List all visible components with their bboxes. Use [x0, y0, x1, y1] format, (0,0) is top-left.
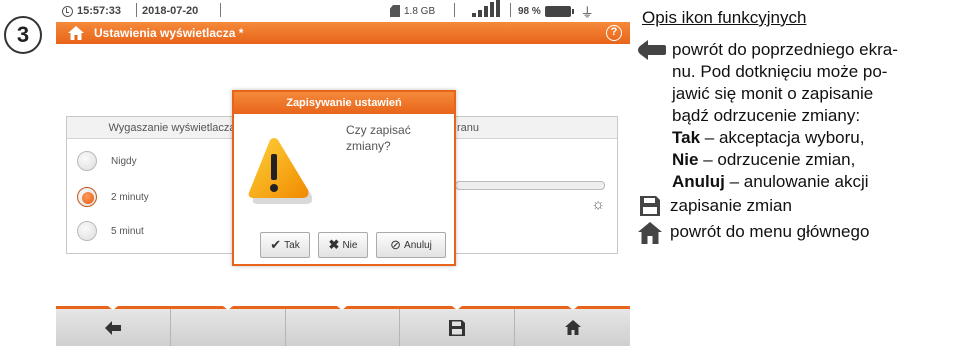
- battery-icon: [544, 5, 574, 17]
- legend-back-line3: jawić się monit o zapisanie: [672, 84, 874, 103]
- legend-cancel-term: Anuluj: [672, 172, 725, 191]
- page-title: Ustawienia wyświetlacza *: [94, 26, 244, 40]
- back-arrow-icon: [104, 320, 121, 335]
- cancel-button[interactable]: ⊘ Anuluj: [376, 232, 446, 258]
- option-label: 2 minuty: [111, 191, 149, 203]
- battery-segment: 98 % ⏚: [518, 4, 594, 20]
- warning-icon: [248, 138, 312, 204]
- timeout-option-never[interactable]: Nigdy: [77, 151, 137, 171]
- dialog-message: Czy zapisać zmiany?: [346, 123, 411, 153]
- check-icon: ✔: [270, 237, 282, 252]
- radio-button-selected[interactable]: [77, 187, 97, 207]
- brightness-slider[interactable]: [455, 181, 605, 190]
- clock-icon: [62, 5, 73, 17]
- no-button[interactable]: ✖ Nie: [318, 232, 368, 258]
- legend-yes-term: Tak: [672, 128, 701, 147]
- legend-save: zapisanie zmian: [670, 196, 792, 215]
- sd-card-icon: [390, 5, 400, 17]
- legend-yes-desc: – akceptacja wyboru,: [700, 128, 865, 147]
- timeout-option-5min[interactable]: 5 minut: [77, 221, 144, 241]
- radio-button[interactable]: [77, 221, 97, 241]
- device-screen: 15:57:33 2018-07-20 1.8 GB 98 % ⏚ Ustawi…: [56, 0, 630, 346]
- signal-strength-icon: [472, 0, 500, 17]
- button-label: Tak: [284, 239, 300, 251]
- back-button[interactable]: [56, 306, 171, 346]
- legend-back-line2: nu. Pod dotknięciu może po-: [672, 62, 888, 81]
- legend-no-line: Nie – odrzucenie zmian,: [672, 149, 855, 171]
- legend-home: powrót do menu głównego: [670, 222, 870, 241]
- save-button[interactable]: [400, 306, 516, 346]
- status-time: 15:57:33: [77, 5, 122, 17]
- button-label: Anuluj: [404, 239, 432, 251]
- bottom-toolbar: [56, 306, 630, 346]
- home-icon: [638, 222, 662, 244]
- home-icon[interactable]: [68, 26, 84, 40]
- legend-cancel-desc: – anulowanie akcji: [724, 172, 869, 191]
- signal-segment: [472, 0, 500, 17]
- status-storage: 1.8 GB: [404, 5, 436, 17]
- help-icon[interactable]: ?: [606, 25, 622, 41]
- status-bar: 15:57:33 2018-07-20 1.8 GB 98 % ⏚: [56, 0, 630, 20]
- dialog-title: Zapisywanie ustawień: [234, 92, 454, 114]
- status-separator: [220, 3, 221, 17]
- status-battery: 98 %: [518, 5, 541, 17]
- date-segment: 2018-07-20: [142, 4, 198, 18]
- x-icon: ✖: [328, 237, 340, 252]
- back-arrow-icon: [638, 40, 666, 60]
- home-button[interactable]: [515, 306, 630, 346]
- legend-no-term: Nie: [672, 150, 699, 169]
- yes-button[interactable]: ✔ Tak: [260, 232, 310, 258]
- timeout-option-2min[interactable]: 2 minuty: [77, 187, 149, 207]
- legend-title: Opis ikon funkcyjnych: [642, 8, 807, 27]
- cancel-circle-icon: ⊘: [390, 237, 402, 252]
- legend-back-line1: powrót do poprzedniego ekra-: [672, 40, 898, 59]
- empty-toolbar-slot: [171, 306, 286, 346]
- empty-toolbar-slot: [286, 306, 401, 346]
- status-separator: [510, 3, 511, 17]
- brightness-sun-icon: ☼: [591, 196, 605, 213]
- legend-no-desc: – odrzucenie zmian,: [698, 150, 856, 169]
- legend-yes-line: Tak – akceptacja wyboru,: [672, 127, 864, 149]
- step-number-badge: 3: [4, 16, 42, 54]
- save-icon: [640, 196, 660, 216]
- legend-cancel-line: Anuluj – anulowanie akcji: [672, 171, 869, 193]
- home-icon: [564, 320, 581, 335]
- save-icon: [449, 319, 466, 336]
- status-separator: [136, 3, 137, 17]
- legend-back-line4: bądź odrzucenie zmiany:: [672, 106, 861, 125]
- option-label: Nigdy: [111, 155, 137, 167]
- storage-segment: 1.8 GB: [390, 4, 435, 18]
- option-label: 5 minut: [111, 225, 144, 237]
- title-bar: Ustawienia wyświetlacza * ?: [56, 22, 630, 44]
- save-settings-dialog: Zapisywanie ustawień Czy zapisać zmiany?…: [232, 90, 456, 266]
- status-separator: [454, 3, 455, 17]
- button-label: Nie: [342, 239, 358, 251]
- charging-plug-icon: ⏚: [580, 4, 594, 20]
- status-date: 2018-07-20: [142, 5, 199, 17]
- clock-segment: 15:57:33: [62, 4, 121, 18]
- radio-button[interactable]: [77, 151, 97, 171]
